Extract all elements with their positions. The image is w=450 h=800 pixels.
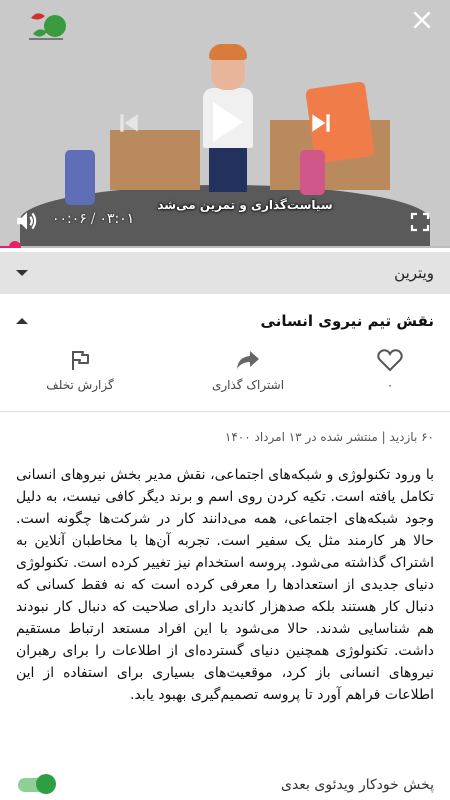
fullscreen-icon[interactable]: [410, 212, 430, 232]
video-player[interactable]: سیاست‌گذاری و تمرین می‌شد ۰۰:۰۶/۰۳:۰۱: [0, 0, 450, 248]
duration: ۰۳:۰۱: [99, 211, 135, 227]
report-label: گزارش تخلف: [46, 378, 114, 392]
autoplay-row: پخش خودکار ویدئوی بعدی: [0, 772, 450, 800]
video-subtitle: سیاست‌گذاری و تمرین می‌شد: [157, 198, 333, 212]
heart-icon: [377, 349, 403, 372]
category-bar[interactable]: ویترین: [0, 252, 450, 294]
channel-logo: [29, 13, 66, 40]
action-bar: ۰ اشتراک گذاری گزارش تخلف: [0, 342, 450, 412]
like-count: ۰: [386, 378, 394, 392]
video-frame-person: [209, 44, 247, 60]
toggle-knob: [36, 774, 56, 794]
volume-icon[interactable]: [14, 208, 40, 234]
autoplay-toggle[interactable]: [18, 774, 56, 794]
playback-time: ۰۰:۰۶/۰۳:۰۱: [52, 211, 134, 227]
video-meta: ۶۰ بازدید | منتشر شده در ۱۳ امرداد ۱۴۰۰: [224, 430, 434, 444]
video-title: نقش تیم نیروی انسانی: [260, 312, 434, 330]
progress-bar[interactable]: [0, 241, 450, 248]
like-button[interactable]: ۰: [330, 348, 450, 392]
video-title-row[interactable]: نقش تیم نیروی انسانی: [0, 304, 450, 340]
video-frame-chair: [65, 150, 95, 205]
close-icon[interactable]: [410, 8, 434, 32]
share-icon: [237, 351, 259, 369]
video-frame-desk: [110, 130, 200, 190]
skip-next-icon[interactable]: [308, 110, 334, 136]
skip-previous-icon[interactable]: [116, 110, 142, 136]
flag-icon: [72, 351, 89, 370]
video-description: با ورود تکنولوژی و شبکه‌های اجتماعی، نقش…: [16, 467, 434, 703]
video-frame-chair: [300, 150, 325, 195]
time-separator: /: [90, 211, 96, 227]
report-button[interactable]: گزارش تخلف: [20, 348, 140, 392]
share-button[interactable]: اشتراک گذاری: [188, 348, 308, 392]
chevron-up-icon[interactable]: [16, 318, 28, 324]
video-frame-person: [209, 146, 247, 192]
share-label: اشتراک گذاری: [211, 378, 285, 392]
autoplay-label: پخش خودکار ویدئوی بعدی: [281, 777, 434, 793]
chevron-down-icon[interactable]: [16, 270, 28, 276]
category-label: ویترین: [394, 264, 434, 282]
progress-handle[interactable]: [9, 241, 21, 248]
current-time: ۰۰:۰۶: [52, 211, 87, 227]
play-icon[interactable]: [207, 100, 247, 144]
